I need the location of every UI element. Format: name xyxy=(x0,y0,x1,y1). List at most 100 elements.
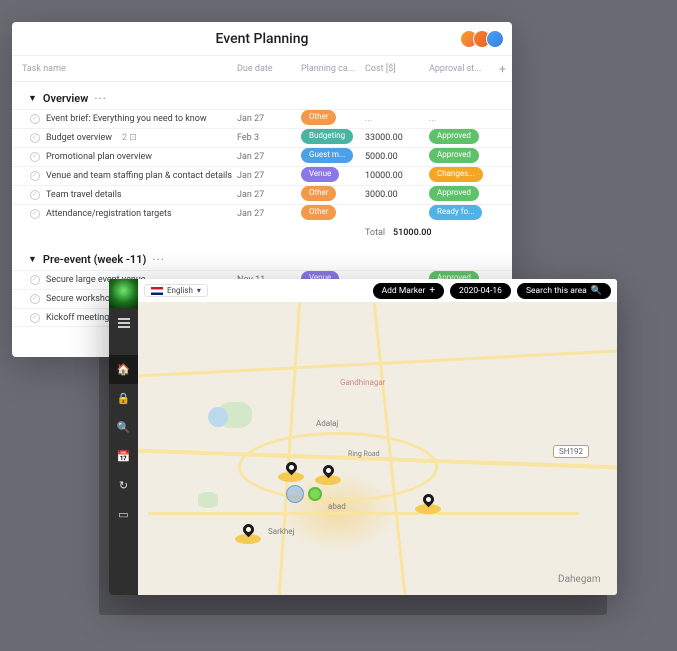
water-body xyxy=(208,407,228,427)
section-label: Pre-event (week -11) xyxy=(43,253,146,266)
nav-home[interactable]: 🏠 xyxy=(109,355,138,384)
approval-status[interactable]: Approved xyxy=(429,148,479,162)
table-row[interactable]: Attendance/registration targets Jan 27 O… xyxy=(12,204,512,223)
planning-tag[interactable]: Budgeting xyxy=(301,129,353,143)
date-button[interactable]: 2020-04-16 xyxy=(450,283,511,299)
section-label: Overview xyxy=(43,92,88,105)
search-icon: 🔍 xyxy=(591,286,602,296)
approval-status: ... xyxy=(429,114,493,124)
section-preevent[interactable]: ▼ Pre-event (week -11) ··· xyxy=(12,243,512,270)
language-label: English xyxy=(167,286,193,295)
check-icon[interactable] xyxy=(30,313,40,323)
total-value: 51000.00 xyxy=(393,228,432,238)
total-row: Total 51000.00 xyxy=(12,223,512,243)
section-overview[interactable]: ▼ Overview ··· xyxy=(12,82,512,109)
map-label-abad: abad xyxy=(328,502,346,511)
task-name: Budget overview xyxy=(46,133,112,143)
avatar-stack[interactable] xyxy=(465,30,504,48)
check-icon[interactable] xyxy=(30,152,40,162)
cost-value: 33000.00 xyxy=(365,133,429,143)
check-icon[interactable] xyxy=(30,190,40,200)
topbar: English ▾ Add Marker+ 2020-04-16 Search … xyxy=(138,279,617,302)
due-date: Jan 27 xyxy=(237,152,301,162)
add-marker-button[interactable]: Add Marker+ xyxy=(373,283,444,299)
planning-tag[interactable]: Other xyxy=(301,110,336,124)
more-icon[interactable]: ··· xyxy=(94,92,107,105)
col-task[interactable]: Task name xyxy=(12,64,237,74)
due-date: Feb 3 xyxy=(237,133,301,143)
check-icon[interactable] xyxy=(30,114,40,124)
sidenav: 🏠 🔒 🔍 📅 ↻ ▭ xyxy=(109,279,138,595)
cost-value: 3000.00 xyxy=(365,190,429,200)
table-row[interactable]: Team travel details Jan 27 Other 3000.00… xyxy=(12,185,512,204)
planning-tag[interactable]: Venue xyxy=(301,167,339,181)
col-due[interactable]: Due date xyxy=(237,64,301,74)
due-date: Jan 27 xyxy=(237,190,301,200)
map-canvas[interactable]: Gandhinagar Adalaj Ring Road abad Sarkhe… xyxy=(138,302,617,595)
nav-lock[interactable]: 🔒 xyxy=(109,384,138,413)
nav-history[interactable]: ↻ xyxy=(109,471,138,500)
cost-value: 10000.00 xyxy=(365,171,429,181)
check-icon[interactable] xyxy=(30,209,40,219)
map-pin[interactable] xyxy=(243,524,254,535)
caret-down-icon: ▾ xyxy=(197,286,201,295)
planning-tag[interactable]: Guest m... xyxy=(301,148,353,162)
task-name: Event brief: Everything you need to know xyxy=(46,114,207,124)
check-icon[interactable] xyxy=(30,294,40,304)
subtask-count: 2 ⊡ xyxy=(122,133,137,143)
task-name: Attendance/registration targets xyxy=(46,209,172,219)
check-icon[interactable] xyxy=(30,133,40,143)
col-cost[interactable]: Cost [$] xyxy=(365,64,429,74)
page-title: Event Planning xyxy=(216,31,309,47)
cost-value: 5000.00 xyxy=(365,152,429,162)
park-area xyxy=(198,492,218,508)
planning-tag[interactable]: Other xyxy=(301,186,336,200)
ring-road xyxy=(238,432,438,502)
more-icon[interactable]: ··· xyxy=(152,253,165,266)
search-area-button[interactable]: Search this area🔍 xyxy=(517,283,611,299)
task-name: Team travel details xyxy=(46,190,122,200)
col-planning[interactable]: Planning ca... xyxy=(301,64,365,74)
current-location-marker[interactable] xyxy=(308,487,322,501)
add-column-button[interactable]: + xyxy=(493,62,512,76)
due-date: Jan 27 xyxy=(237,209,301,219)
approval-status[interactable]: Ready fo... xyxy=(429,205,482,219)
avatar[interactable] xyxy=(486,30,504,48)
planner-header: Event Planning xyxy=(12,22,512,56)
app-logo[interactable] xyxy=(109,279,138,308)
map-label-gandhinagar: Gandhinagar xyxy=(340,378,385,387)
task-name: Promotional plan overview xyxy=(46,152,152,162)
approval-status[interactable]: Approved xyxy=(429,129,479,143)
col-approval[interactable]: Approval st... xyxy=(429,64,493,74)
plus-icon: + xyxy=(429,286,435,296)
cost-value: ... xyxy=(365,114,429,124)
caret-down-icon: ▼ xyxy=(28,93,37,104)
flag-icon xyxy=(151,287,163,295)
table-row[interactable]: Promotional plan overview Jan 27 Guest m… xyxy=(12,147,512,166)
location-radius xyxy=(286,485,304,503)
table-row[interactable]: Venue and team staffing plan & contact d… xyxy=(12,166,512,185)
due-date: Jan 27 xyxy=(237,114,301,124)
due-date: Jan 27 xyxy=(237,171,301,181)
approval-status[interactable]: Changes... xyxy=(429,167,483,181)
table-row[interactable]: Budget overview 2 ⊡ Feb 3 Budgeting 33000… xyxy=(12,128,512,147)
nav-card[interactable]: ▭ xyxy=(109,500,138,529)
map-pin[interactable] xyxy=(423,494,434,505)
check-icon[interactable] xyxy=(30,171,40,181)
column-headers: Task name Due date Planning ca... Cost [… xyxy=(12,56,512,82)
menu-button[interactable] xyxy=(109,308,138,337)
nav-calendar[interactable]: 📅 xyxy=(109,442,138,471)
map-pin[interactable] xyxy=(286,462,297,473)
caret-down-icon: ▼ xyxy=(28,254,37,265)
nav-search[interactable]: 🔍 xyxy=(109,413,138,442)
approval-status[interactable]: Approved xyxy=(429,186,479,200)
map-label-adalaj: Adalaj xyxy=(316,419,338,428)
planning-tag[interactable]: Other xyxy=(301,205,336,219)
language-selector[interactable]: English ▾ xyxy=(144,284,208,297)
route-shield: SH192 xyxy=(553,445,589,458)
check-icon[interactable] xyxy=(30,275,40,285)
map-label-dahegam: Dahegam xyxy=(558,574,601,585)
task-name: Venue and team staffing plan & contact d… xyxy=(46,171,232,181)
map-pin[interactable] xyxy=(323,465,334,476)
table-row[interactable]: Event brief: Everything you need to know… xyxy=(12,109,512,128)
